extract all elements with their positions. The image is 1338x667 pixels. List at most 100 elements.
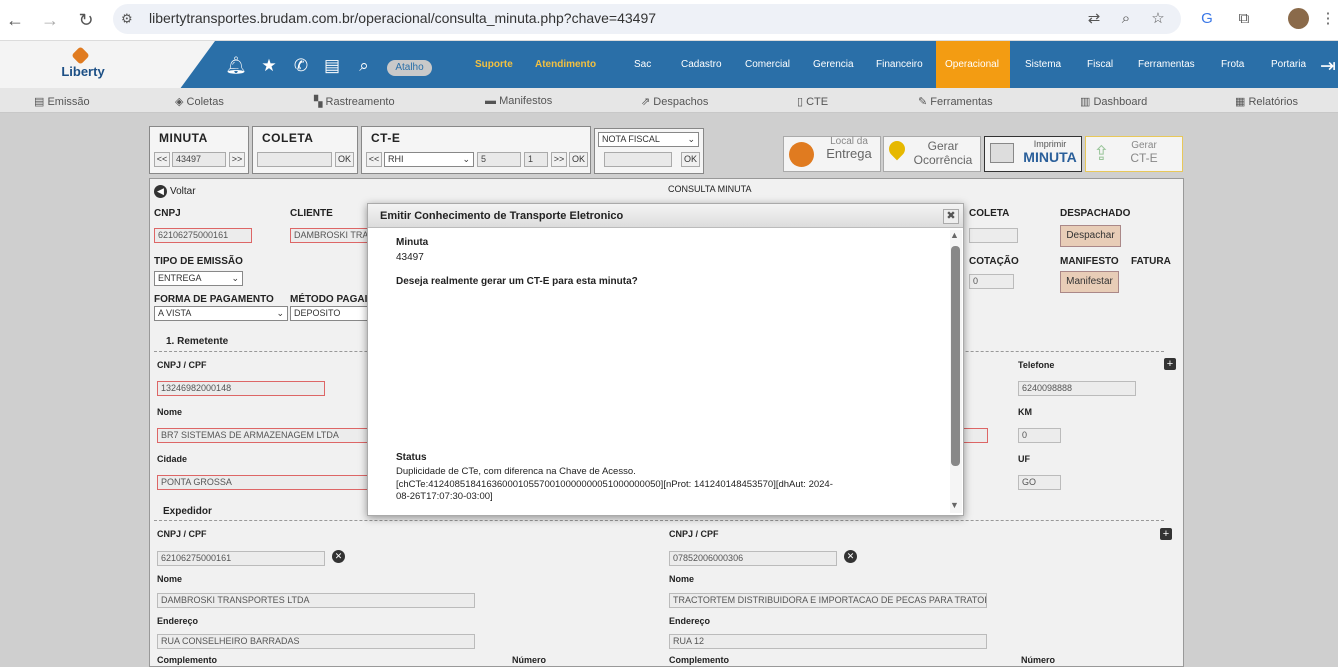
translate-icon[interactable]: ⇄ <box>1084 9 1104 29</box>
rem-endereco-field-edge[interactable] <box>962 428 988 443</box>
printer-icon <box>990 143 1014 163</box>
menu-fiscal[interactable]: Fiscal <box>1087 59 1113 70</box>
forward-icon[interactable]: → <box>38 8 62 32</box>
menu-sac[interactable]: Sac <box>634 59 651 70</box>
despachar-button[interactable]: Despachar <box>1060 225 1121 247</box>
add-recebedor-icon[interactable]: + <box>1160 528 1172 540</box>
clear-expedidor-icon[interactable]: ✕ <box>332 550 345 563</box>
google-translate-icon[interactable]: G <box>1197 9 1217 29</box>
atendimento-link[interactable]: Atendimento <box>535 59 596 70</box>
zoom-icon[interactable]: ⌕ <box>1116 9 1136 29</box>
phone-icon[interactable]: ✆ <box>290 56 312 76</box>
nota-input[interactable] <box>604 152 672 167</box>
menu-cadastro[interactable]: Cadastro <box>681 59 722 70</box>
search-icon[interactable]: ⌕ <box>353 56 375 76</box>
logout-icon[interactable]: ⇥ <box>1317 55 1338 78</box>
menu-portaria[interactable]: Portaria <box>1271 59 1306 70</box>
menu-dots-icon[interactable]: ⋮ <box>1318 9 1338 29</box>
menu-sistema[interactable]: Sistema <box>1025 59 1061 70</box>
menu-gerencia[interactable]: Gerencia <box>813 59 854 70</box>
book-icon[interactable]: ▤ <box>321 56 343 76</box>
telefone-field[interactable]: 6240098888 <box>1018 381 1136 396</box>
manifesto-label: MANIFESTO <box>1060 256 1119 267</box>
suporte-link[interactable]: Suporte <box>475 59 513 70</box>
imprimir-label: Imprimir MINUTA <box>1020 139 1080 165</box>
exp-cnpj-field[interactable]: 62106275000161 <box>157 551 325 566</box>
coleta-input[interactable] <box>257 152 332 167</box>
add-remetente-icon[interactable]: + <box>1164 358 1176 370</box>
back-icon[interactable]: ← <box>3 8 27 32</box>
cte-number-input[interactable]: 5 <box>477 152 521 167</box>
menu-ferramentas[interactable]: Ferramentas <box>1138 59 1195 70</box>
rec-endereco-field[interactable]: RUA 12 <box>669 634 987 649</box>
subnav-dashboard[interactable]: ▥ Dashboard <box>1080 95 1147 108</box>
bookmark-star-icon[interactable]: ☆ <box>1148 9 1168 29</box>
metodo-pagamento-select[interactable]: DEPOSITO <box>290 306 370 321</box>
cte-ok-button[interactable]: OK <box>569 152 588 167</box>
extensions-icon[interactable]: ⧉ <box>1234 9 1254 29</box>
imprimir-line1: Imprimir <box>1033 139 1067 149</box>
file-icon: ▯ <box>797 96 807 108</box>
nota-ok-button[interactable]: OK <box>681 152 700 167</box>
coleta-field[interactable] <box>969 228 1018 243</box>
cte-serie-input[interactable]: 1 <box>524 152 548 167</box>
cte-next-button[interactable]: >> <box>551 152 567 167</box>
minuta-number-input[interactable]: 43497 <box>172 152 226 167</box>
subnav-emissao[interactable]: ▤ Emissão <box>34 95 90 108</box>
subnav-coletas[interactable]: ◈ Coletas <box>175 95 224 108</box>
coleta-ok-button[interactable]: OK <box>335 152 354 167</box>
bell-icon[interactable]: 🔔︎ <box>225 56 247 76</box>
menu-operacional[interactable]: Operacional <box>945 59 999 70</box>
forma-pagamento-select[interactable]: A VISTA ⌄ <box>154 306 288 321</box>
subnav-despachos[interactable]: ⇗ Despachos <box>641 95 708 108</box>
voltar-link[interactable]: Voltar <box>170 186 196 197</box>
rec-nome-field[interactable]: TRACTORTEM DISTRIBUIDORA E IMPORTACAO DE… <box>669 593 987 608</box>
close-icon[interactable]: ✖ <box>943 209 959 224</box>
scroll-down-icon[interactable]: ▼ <box>950 500 959 510</box>
subnav-manifestos[interactable]: ▬ Manifestos <box>485 95 552 107</box>
nota-fiscal-select[interactable]: NOTA FISCAL ⌄ <box>598 132 699 147</box>
cnpj-field[interactable]: 62106275000161 <box>154 228 252 243</box>
logo-text[interactable]: Liberty <box>58 64 108 79</box>
tipo-emissao-select[interactable]: ENTREGA ⌄ <box>154 271 243 286</box>
cliente-field[interactable]: DAMBROSKI TRA <box>290 228 370 243</box>
profile-avatar[interactable] <box>1288 8 1309 29</box>
url-text[interactable]: libertytransportes.brudam.com.br/operaci… <box>149 10 656 26</box>
subnav-relatorios[interactable]: ▦ Relatórios <box>1235 95 1298 108</box>
reload-icon[interactable]: ↻ <box>74 8 98 32</box>
cte-prev-button[interactable]: << <box>366 152 382 167</box>
menu-financeiro[interactable]: Financeiro <box>876 59 923 70</box>
uf-field[interactable]: GO <box>1018 475 1061 490</box>
subnav-label: Coletas <box>186 96 224 108</box>
rem-cidade-field[interactable]: PONTA GROSSA <box>157 475 369 490</box>
scroll-up-icon[interactable]: ▲ <box>950 230 959 240</box>
minuta-prev-button[interactable]: << <box>154 152 170 167</box>
cliente-label: CLIENTE <box>290 208 333 219</box>
rec-complemento-label: Complemento <box>669 655 730 665</box>
imprimir-line2: MINUTA <box>1023 149 1077 165</box>
rec-cnpj-field[interactable]: 07852006000306 <box>669 551 837 566</box>
exp-endereco-field[interactable]: RUA CONSELHEIRO BARRADAS <box>157 634 475 649</box>
km-field[interactable]: 0 <box>1018 428 1061 443</box>
exp-nome-field[interactable]: DAMBROSKI TRANSPORTES LTDA <box>157 593 475 608</box>
star-icon[interactable]: ★ <box>258 56 280 76</box>
subnav-rastreamento[interactable]: ▚ Rastreamento <box>314 95 395 108</box>
subnav-label: Rastreamento <box>325 96 395 108</box>
rem-cnpj-field[interactable]: 13246982000148 <box>157 381 325 396</box>
subnav-ferramentas[interactable]: ✎ Ferramentas <box>918 95 993 108</box>
chevron-down-icon: ⌄ <box>231 273 239 283</box>
manifestar-button[interactable]: Manifestar <box>1060 271 1119 293</box>
site-info-icon[interactable]: ⚙ <box>121 11 133 27</box>
metodo-pagamento-label: MÉTODO PAGAI <box>290 294 368 305</box>
menu-comercial[interactable]: Comercial <box>745 59 790 70</box>
minuta-next-button[interactable]: >> <box>229 152 245 167</box>
back-arrow-icon[interactable]: ◀ <box>154 185 167 198</box>
menu-frota[interactable]: Frota <box>1221 59 1244 70</box>
atalho-button[interactable]: Atalho <box>387 60 432 76</box>
cte-series-select[interactable]: RHI ⌄ <box>384 152 474 167</box>
subnav-cte[interactable]: ▯ CTE <box>797 95 828 108</box>
cotacao-field[interactable]: 0 <box>969 274 1014 289</box>
rem-nome-field[interactable]: BR7 SISTEMAS DE ARMAZENAGEM LTDA <box>157 428 369 443</box>
dialog-scroll-thumb[interactable] <box>951 246 960 466</box>
clear-recebedor-icon[interactable]: ✕ <box>844 550 857 563</box>
